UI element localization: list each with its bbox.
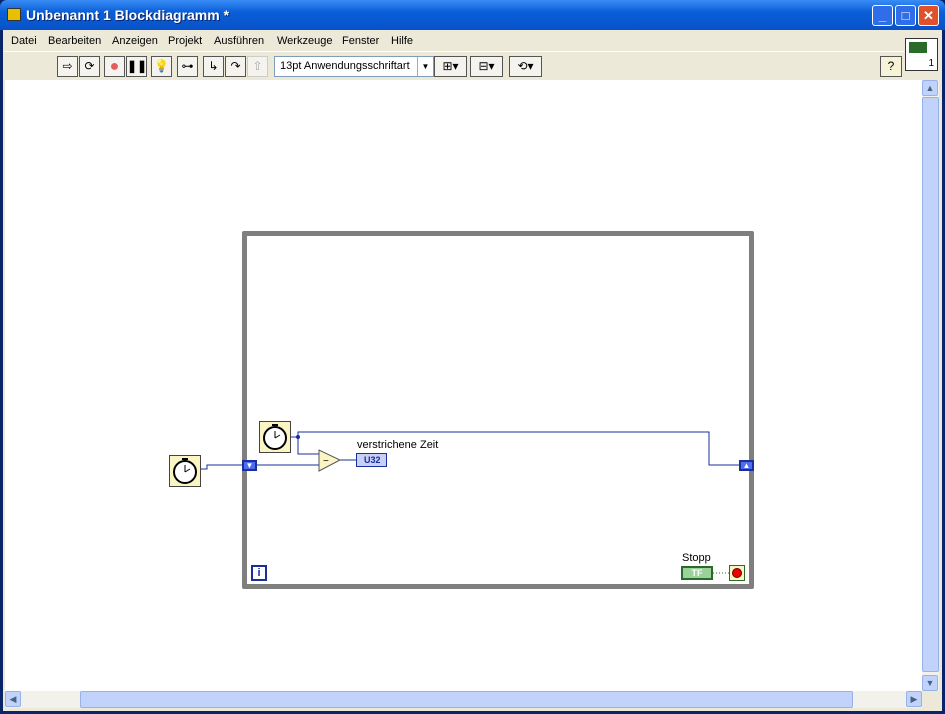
horizontal-scroll-thumb[interactable] <box>80 691 853 708</box>
vertical-scrollbar[interactable]: ▲ ▼ <box>922 80 939 691</box>
tick-count-timer-icon[interactable] <box>259 421 291 453</box>
vertical-scroll-thumb[interactable] <box>922 97 939 672</box>
stop-button-terminal[interactable]: TF <box>681 566 713 580</box>
indicator-label: verstrichene Zeit <box>357 439 439 451</box>
shift-register-left[interactable]: ▼ <box>242 460 257 471</box>
elapsed-time-indicator[interactable]: U32 <box>356 453 387 467</box>
scroll-down-icon[interactable]: ▼ <box>922 675 938 691</box>
iteration-terminal[interactable]: i <box>251 565 267 581</box>
loop-condition-stop-icon[interactable] <box>729 565 745 581</box>
wire-start-time <box>201 464 242 470</box>
tick-count-timer-icon[interactable] <box>169 455 201 487</box>
shift-register-right[interactable]: ▲ <box>739 460 754 471</box>
horizontal-scrollbar[interactable]: ◀ ▶ <box>5 691 922 708</box>
scroll-right-icon[interactable]: ▶ <box>906 691 922 707</box>
stop-label: Stopp <box>682 552 711 564</box>
while-loop[interactable] <box>242 231 754 589</box>
scroll-left-icon[interactable]: ◀ <box>5 691 21 707</box>
scroll-up-icon[interactable]: ▲ <box>922 80 938 96</box>
